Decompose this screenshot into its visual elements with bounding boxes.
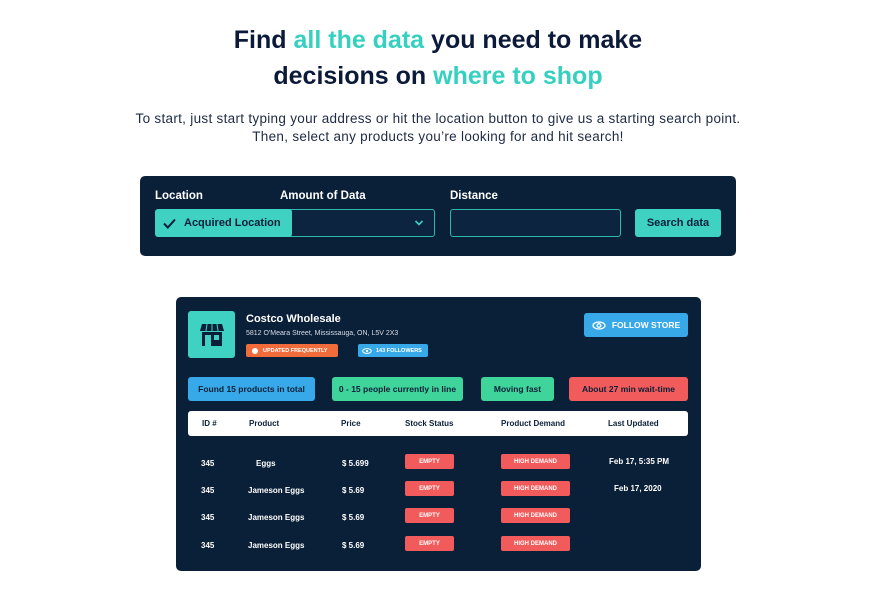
- table-row[interactable]: 345 Jameson Eggs $ 5.69 EMPTY HIGH DEMAN…: [176, 481, 701, 501]
- eye-icon: [362, 347, 372, 354]
- store-name: Costco Wholesale: [246, 313, 341, 325]
- updated-frequently-badge: UPDATED FREQUENTLY: [246, 344, 338, 357]
- cell-product: Jameson Eggs: [248, 513, 305, 522]
- table-header: ID # Product Price Stock Status Product …: [188, 411, 688, 436]
- people-in-line-pill: 0 - 15 people currently in line: [332, 377, 463, 401]
- location-label: Location: [155, 190, 203, 202]
- cell-last-updated: Feb 17, 5:35 PM: [609, 457, 670, 466]
- eye-icon: [592, 320, 606, 330]
- cell-price: $ 5.69: [342, 513, 365, 522]
- product-demand-tag: HIGH DEMAND: [501, 508, 570, 523]
- acquire-location-button[interactable]: Acquired Location: [155, 209, 292, 237]
- column-header-product-demand: Product Demand: [501, 419, 566, 428]
- follow-store-label: FOLLOW STORE: [611, 320, 681, 330]
- subtitle-line-1: To start, just start typing your address…: [135, 111, 741, 126]
- product-demand-tag: HIGH DEMAND: [501, 481, 570, 496]
- store-address: 5812 O'Meara Street, Mississauga, ON, L5…: [246, 330, 399, 337]
- cell-product: Jameson Eggs: [248, 541, 305, 550]
- cell-price: $ 5.699: [342, 459, 369, 468]
- wait-time-pill: About 27 min wait-time: [569, 377, 688, 401]
- storefront-icon: [188, 311, 235, 358]
- check-icon: [163, 218, 176, 229]
- product-demand-tag: HIGH DEMAND: [501, 454, 570, 469]
- column-header-id: ID #: [202, 419, 217, 428]
- table-row[interactable]: 345 Eggs $ 5.699 EMPTY HIGH DEMAND Feb 1…: [176, 454, 701, 474]
- cell-product: Eggs: [256, 459, 276, 468]
- product-demand-tag: HIGH DEMAND: [501, 536, 570, 551]
- search-panel: Location Amount of Data Distance Acquire…: [140, 176, 736, 256]
- followers-badge-label: 143 FOLLOWERS: [376, 347, 422, 354]
- stock-status-tag: EMPTY: [405, 508, 454, 523]
- cell-id: 345: [201, 486, 215, 495]
- cell-id: 345: [201, 513, 215, 522]
- column-header-stock-status: Stock Status: [405, 419, 454, 428]
- hero-title: Find all the data you need to make decis…: [0, 22, 876, 94]
- acquire-location-label: Acquired Location: [184, 217, 281, 229]
- table-row[interactable]: 345 Jameson Eggs $ 5.69 EMPTY HIGH DEMAN…: [176, 536, 701, 556]
- amount-label: Amount of Data: [280, 190, 366, 202]
- cell-product: Jameson Eggs: [248, 486, 305, 495]
- hero-accent-text: all the data: [293, 26, 425, 54]
- store-card: Costco Wholesale 5812 O'Meara Street, Mi…: [176, 297, 701, 571]
- products-found-pill: Found 15 products in total: [188, 377, 315, 401]
- hero-text: you need to make: [424, 26, 643, 54]
- hero-subtitle: To start, just start typing your address…: [0, 110, 876, 146]
- cell-id: 345: [201, 541, 215, 550]
- search-data-button[interactable]: Search data: [635, 209, 721, 237]
- hero-title-line-1: Find all the data you need to make: [0, 22, 876, 58]
- distance-label: Distance: [450, 190, 498, 202]
- subtitle-line-2: Then, select any products you’re looking…: [252, 129, 624, 144]
- hero-text: decisions on: [273, 62, 434, 90]
- cell-last-updated: Feb 17, 2020: [614, 484, 662, 493]
- follow-store-button[interactable]: FOLLOW STORE: [584, 313, 688, 337]
- dot-icon: [252, 347, 258, 354]
- column-header-price: Price: [341, 419, 361, 428]
- column-header-product: Product: [249, 419, 280, 428]
- line-speed-pill: Moving fast: [481, 377, 554, 401]
- amount-of-data-select[interactable]: [280, 209, 435, 237]
- stock-status-tag: EMPTY: [405, 481, 454, 496]
- distance-input[interactable]: [450, 209, 621, 237]
- hero-text: Find: [233, 26, 294, 54]
- stock-status-tag: EMPTY: [405, 454, 454, 469]
- cell-price: $ 5.69: [342, 541, 365, 550]
- column-header-last-updated: Last Updated: [608, 419, 659, 428]
- hero-title-line-2: decisions on where to shop: [0, 58, 876, 94]
- stock-status-tag: EMPTY: [405, 536, 454, 551]
- followers-badge: 143 FOLLOWERS: [358, 344, 428, 357]
- cell-id: 345: [201, 459, 215, 468]
- table-row[interactable]: 345 Jameson Eggs $ 5.69 EMPTY HIGH DEMAN…: [176, 508, 701, 528]
- chevron-down-icon: [414, 220, 424, 226]
- hero-accent-text: where to shop: [433, 62, 603, 90]
- updated-badge-label: UPDATED FREQUENTLY: [263, 347, 328, 354]
- cell-price: $ 5.69: [342, 486, 365, 495]
